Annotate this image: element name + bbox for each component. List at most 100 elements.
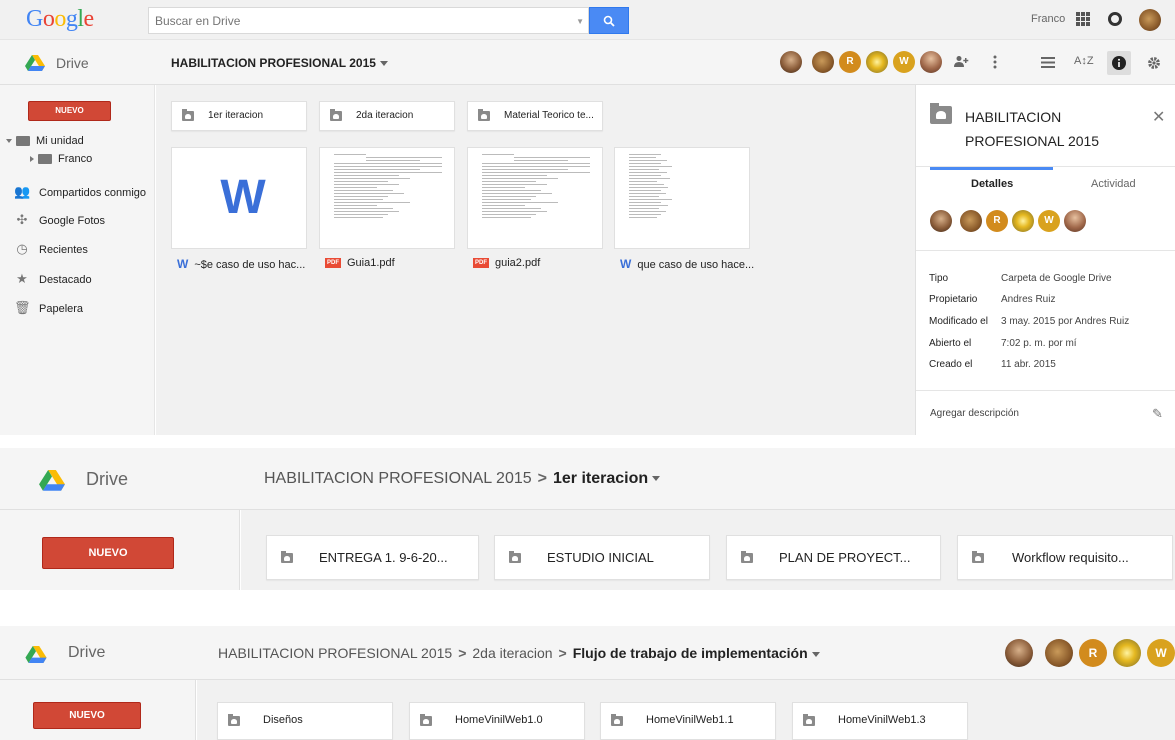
word-doc-thumbnail-icon: W (220, 171, 265, 224)
info-icon (1112, 56, 1126, 70)
google-logo[interactable]: Google (26, 6, 94, 33)
collaborator-avatar-3[interactable] (1113, 639, 1141, 667)
folder-card[interactable]: HomeVinilWeb1.3 (792, 702, 968, 740)
chevron-down-icon[interactable] (811, 651, 820, 657)
drive-brand-label[interactable]: Drive (56, 55, 89, 71)
details-toggle-button[interactable] (1107, 51, 1131, 75)
file-name[interactable]: W ~$e caso de uso hac... (177, 257, 305, 271)
shared-people-icon: 👥 (14, 184, 31, 199)
file-name[interactable]: PDF Guia1.pdf (325, 257, 395, 269)
file-thumbnail[interactable] (467, 147, 603, 249)
collapse-arrow-icon[interactable] (30, 156, 34, 163)
pencil-edit-icon[interactable]: ✎ (1152, 406, 1163, 422)
drive-app-bar-2: Drive HABILITACION PROFESIONAL 2015 >1er … (0, 448, 1175, 510)
breadcrumb-parent[interactable]: HABILITACION PROFESIONAL 2015 (264, 470, 532, 487)
collaborator-avatar-4[interactable] (920, 51, 942, 73)
folder-card[interactable]: 2da iteracion (319, 101, 455, 131)
collaborator-avatar-r[interactable]: R (839, 51, 861, 73)
collaborator-avatar-2[interactable] (960, 210, 982, 232)
folder-icon (930, 103, 952, 124)
search-button[interactable] (589, 7, 629, 34)
collaborator-avatar-3[interactable] (866, 51, 888, 73)
details-title: HABILITACION PROFESIONAL 2015 (965, 109, 1100, 149)
folder-card[interactable]: Material Teorico te... (467, 101, 603, 131)
folder-icon (281, 550, 293, 563)
prop-label: Creado el (929, 359, 973, 370)
folder-card[interactable]: Workflow requisito... (957, 535, 1173, 580)
google-top-bar: Google ▼ Franco (0, 0, 1175, 40)
settings-gear-icon[interactable] (1147, 56, 1161, 70)
folder-card[interactable]: ESTUDIO INICIAL (494, 535, 710, 580)
collaborator-avatar-2[interactable] (1045, 639, 1073, 667)
drive-logo-icon (25, 646, 47, 663)
collaborator-avatar-r[interactable]: R (986, 210, 1008, 232)
search-options-caret-icon[interactable]: ▼ (576, 17, 584, 26)
tab-activity[interactable]: Actividad (1091, 178, 1136, 190)
file-name[interactable]: Wque caso de uso hace... (620, 257, 754, 271)
sidebar-item-trash[interactable]: 🗑 Papelera (14, 298, 83, 318)
more-options-icon[interactable] (993, 55, 997, 69)
folder-list-area-2: ENTREGA 1. 9-6-20... ESTUDIO INICIAL PLA… (241, 510, 1175, 590)
active-tab-indicator (930, 167, 1053, 170)
breadcrumb: HABILITACION PROFESIONAL 2015 >1er iterac… (264, 470, 661, 488)
pdf-page-preview (482, 154, 590, 220)
new-button[interactable]: NUEVO (33, 702, 141, 729)
tab-details[interactable]: Detalles (971, 178, 1013, 190)
breadcrumb-root[interactable]: HABILITACION PROFESIONAL 2015 (218, 645, 452, 661)
sidebar-item-recent[interactable]: ◷ Recientes (14, 239, 88, 259)
photos-pinwheel-icon: ✣ (16, 212, 28, 227)
sidebar-item-photos[interactable]: ✣ Google Fotos (14, 210, 106, 230)
expand-arrow-icon[interactable] (6, 139, 12, 144)
folder-card[interactable]: HomeVinilWeb1.1 (600, 702, 776, 740)
sidebar-item-my-drive[interactable]: Mi unidad (6, 131, 84, 151)
collaborator-avatar-4[interactable] (1064, 210, 1086, 232)
folder-icon (741, 550, 753, 563)
sidebar-item-franco[interactable]: Franco (30, 149, 92, 169)
doc-page-preview (629, 154, 737, 220)
collaborator-avatar-w[interactable]: W (1147, 639, 1175, 667)
folder-card[interactable]: HomeVinilWeb1.0 (409, 702, 585, 740)
drive-brand-label[interactable]: Drive (86, 469, 128, 490)
collaborator-avatar-1[interactable] (930, 210, 952, 232)
folder-card[interactable]: 1er iteracion (171, 101, 307, 131)
breadcrumb-current[interactable]: HABILITACION PROFESIONAL 2015 (171, 56, 388, 70)
collaborator-avatar-1[interactable] (780, 51, 802, 73)
folder-card[interactable]: ENTREGA 1. 9-6-20... (266, 535, 479, 580)
folder-icon (420, 714, 432, 726)
list-view-icon[interactable] (1041, 57, 1055, 68)
divider (916, 250, 1175, 251)
folder-card[interactable]: Diseños (217, 702, 393, 740)
file-name[interactable]: PDF guia2.pdf (473, 257, 540, 269)
new-button[interactable]: NUEVO (42, 537, 174, 569)
collaborator-avatar-w[interactable]: W (893, 51, 915, 73)
drive-brand-label[interactable]: Drive (68, 644, 105, 662)
collaborator-avatar-2[interactable] (812, 51, 834, 73)
collaborator-avatar-w[interactable]: W (1038, 210, 1060, 232)
search-icon (603, 15, 615, 27)
new-button[interactable]: NUEVO (28, 101, 111, 121)
user-name[interactable]: Franco (1031, 13, 1065, 25)
notifications-icon[interactable] (1108, 12, 1122, 26)
user-avatar[interactable] (1139, 9, 1161, 31)
chevron-down-icon[interactable] (652, 476, 661, 482)
folder-card[interactable]: PLAN DE PROYECT... (726, 535, 941, 580)
breadcrumb-parent[interactable]: 2da iteracion (472, 645, 552, 661)
sidebar-item-shared[interactable]: 👥 Compartidos conmigo (14, 182, 146, 202)
breadcrumb-current[interactable]: 1er iteracion (553, 470, 648, 487)
close-icon[interactable]: ✕ (1152, 107, 1165, 127)
search-input[interactable] (149, 8, 569, 33)
file-thumbnail[interactable]: W (171, 147, 307, 249)
collaborator-avatar-1[interactable] (1005, 639, 1033, 667)
sidebar-item-starred[interactable]: ★ Destacado (14, 269, 91, 289)
folder-icon (38, 154, 52, 165)
collaborator-avatar-r[interactable]: R (1079, 639, 1107, 667)
sort-az-icon[interactable]: A↕Z (1074, 55, 1094, 67)
breadcrumb-current[interactable]: Flujo de trabajo de implementación (573, 645, 808, 661)
file-thumbnail[interactable] (319, 147, 455, 249)
file-thumbnail[interactable] (614, 147, 750, 249)
add-description-link[interactable]: Agregar descripción (930, 408, 1019, 419)
collaborator-avatar-3[interactable] (1012, 210, 1034, 232)
share-icon[interactable] (953, 55, 969, 68)
pdf-page-preview (334, 154, 442, 220)
apps-grid-icon[interactable] (1076, 12, 1090, 26)
